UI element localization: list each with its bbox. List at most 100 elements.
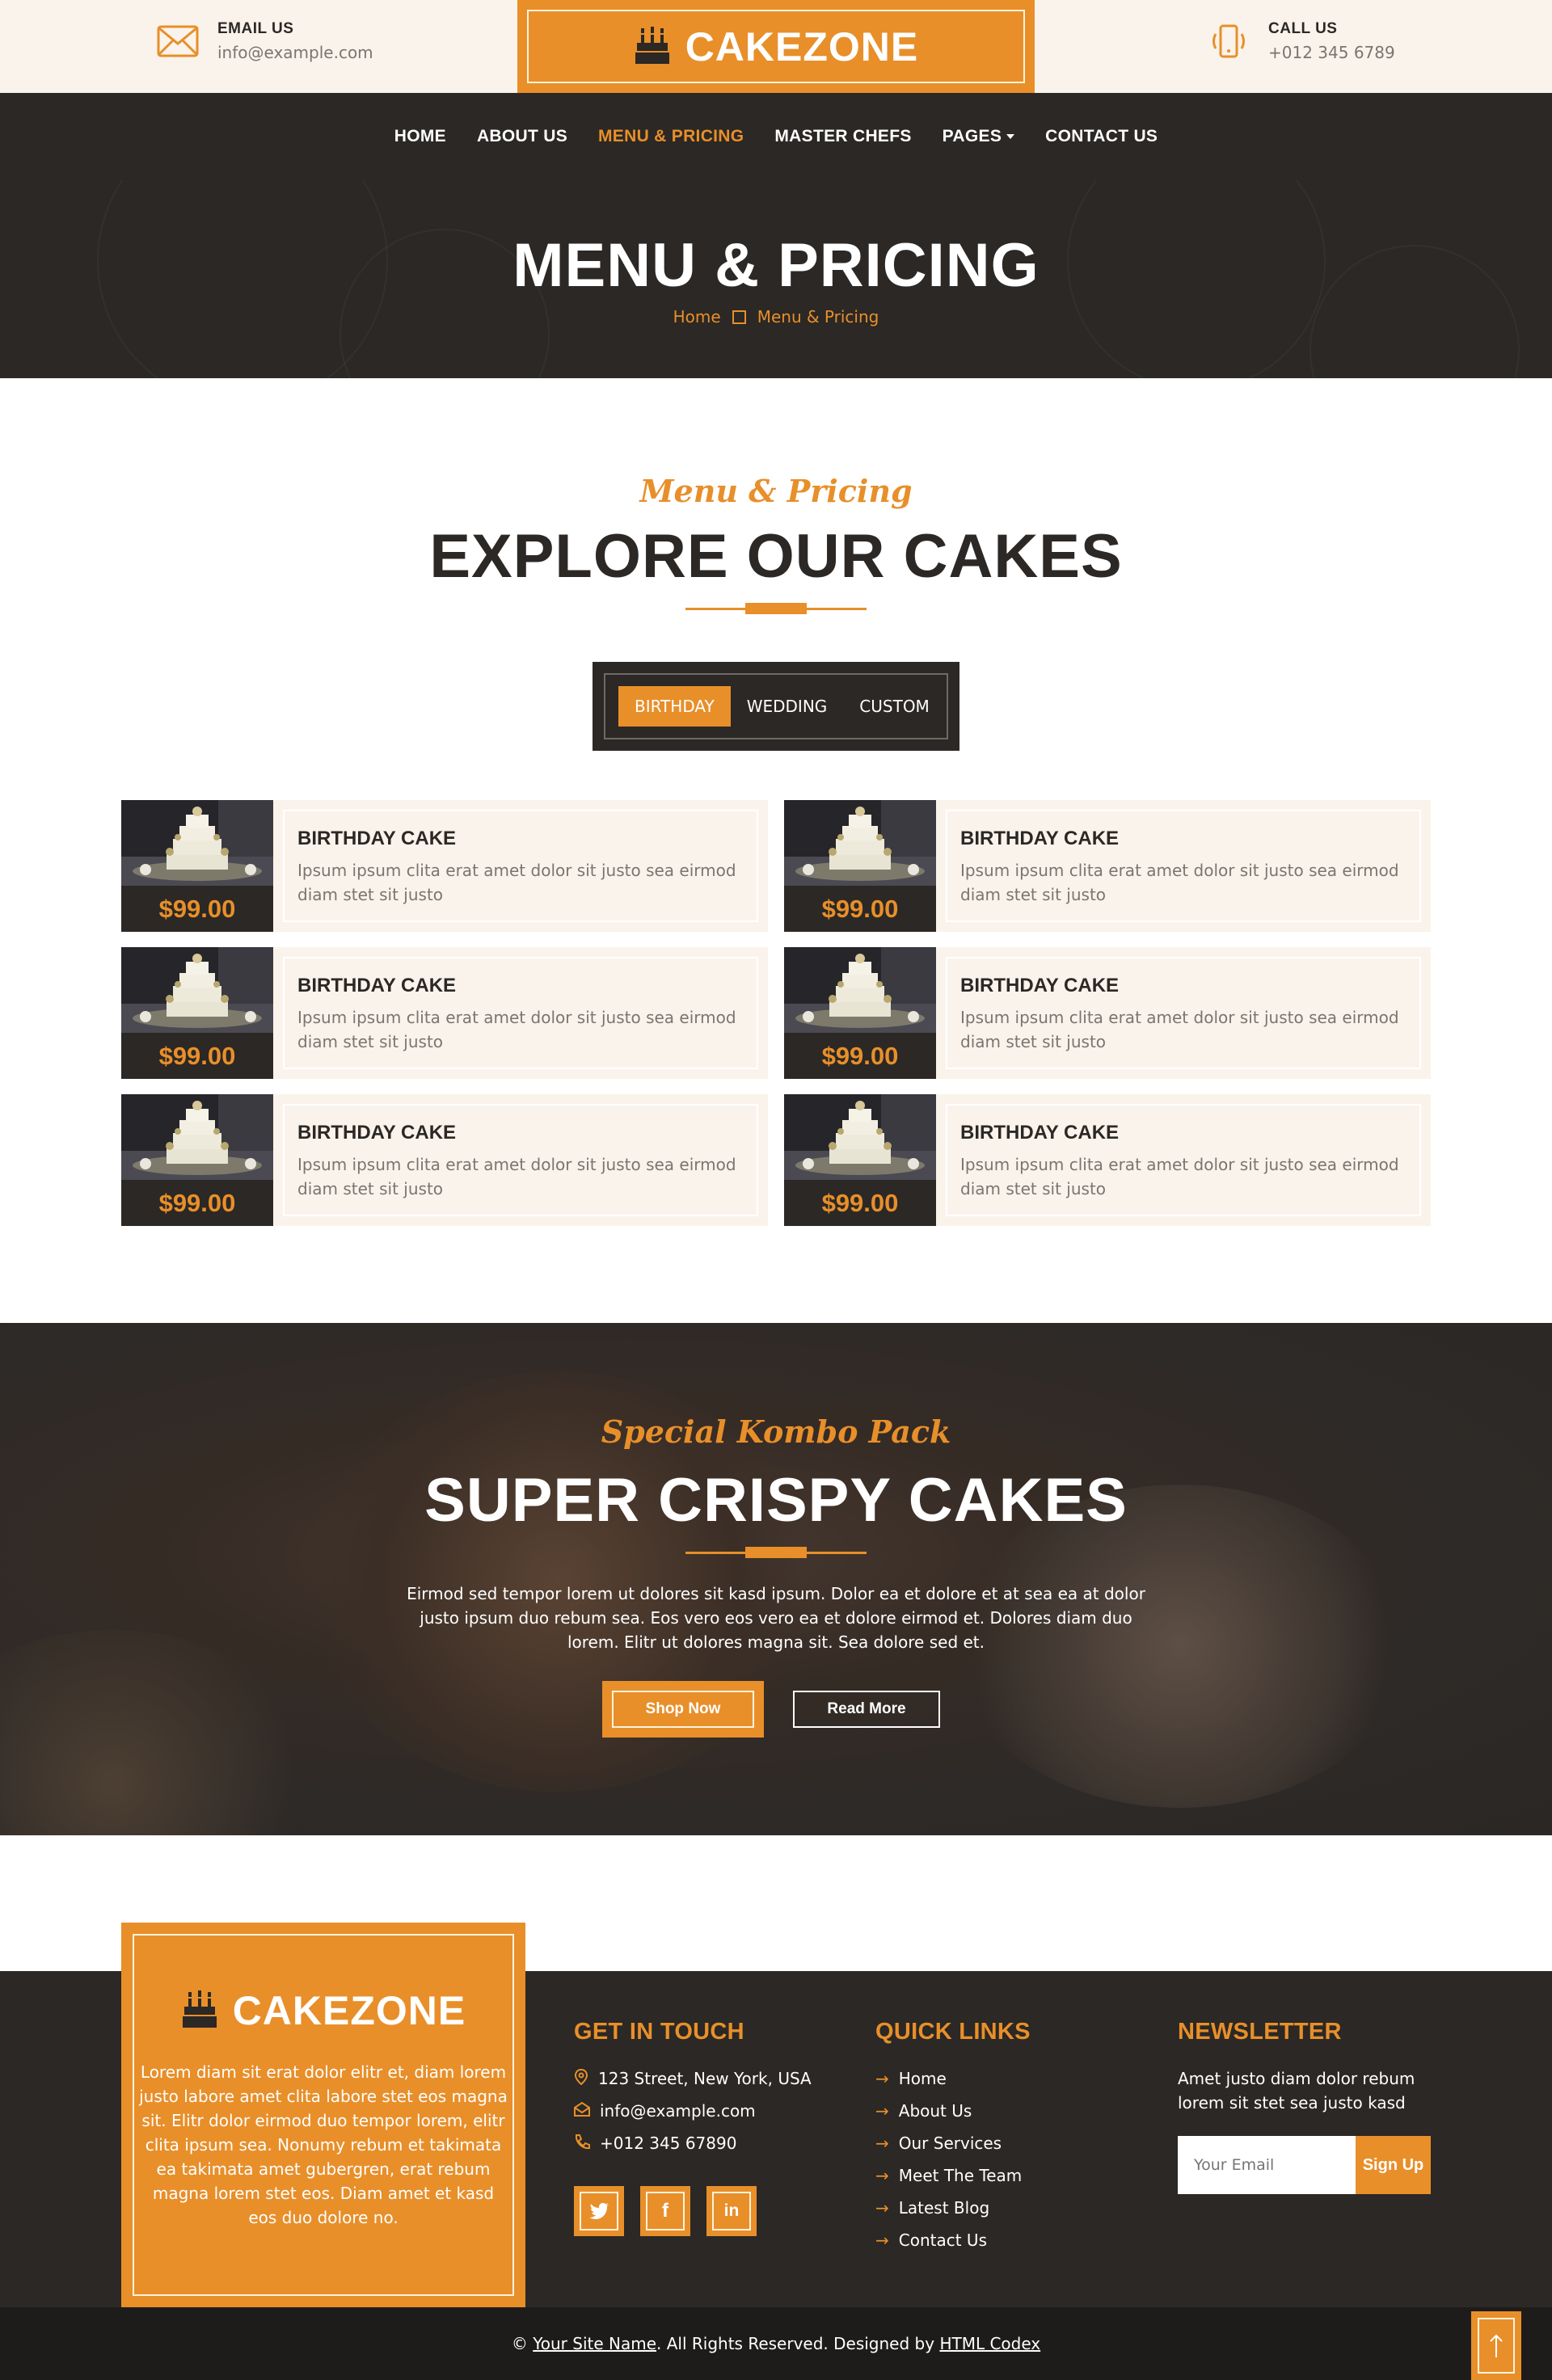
caret-down-icon [1006,134,1015,140]
menu-item-desc: Ipsum ipsum clita erat amet dolor sit ju… [960,1008,1399,1051]
menu-item-desc: Ipsum ipsum clita erat amet dolor sit ju… [297,1155,736,1198]
menu-item-price: $99.00 [158,894,236,923]
footer-phone[interactable]: +012 345 67890 [574,2134,812,2154]
nav-pages-label: PAGES [942,127,1002,145]
menu-item-desc: Ipsum ipsum clita erat amet dolor sit ju… [297,1008,736,1051]
nav-master-chefs[interactable]: MASTER CHEFS [774,127,911,146]
footer-newsletter-title: NEWSLETTER [1178,2019,1342,2045]
linkedin-icon: in [712,2192,751,2230]
footer-contact: GET IN TOUCH 123 Street, New York, USA i… [574,2019,812,2236]
cake-photo [784,947,936,1033]
quick-link-label: Contact Us [898,2230,987,2250]
page-header: MENU & PRICING Home Menu & Pricing [0,180,1552,378]
kombo-divider [685,1547,867,1558]
newsletter-email-input[interactable] [1178,2136,1356,2194]
quick-link[interactable]: → Meet The Team [875,2166,1031,2185]
email-value[interactable]: info@example.com [217,43,373,62]
nav-about[interactable]: ABOUT US [477,127,567,146]
facebook-link[interactable]: f [640,2186,690,2236]
menu-item-name: BIRTHDAY CAKE [960,828,1120,849]
cake-photo [784,1094,936,1180]
arrow-right-icon: → [875,2069,889,2088]
facebook-icon: f [646,2192,685,2230]
menu-item[interactable]: $99.00 BIRTHDAY CAKE Ipsum ipsum clita era… [784,1094,1431,1226]
footer-email-text: info@example.com [600,2101,756,2121]
tab-wedding[interactable]: WEDDING [731,686,844,727]
quick-link[interactable]: → About Us [875,2101,1031,2121]
footer-logo[interactable]: CAKEZONE [121,1987,525,2034]
phone-vibrate-icon [1207,19,1250,63]
menu-item-name: BIRTHDAY CAKE [297,1122,457,1144]
cake-photo [121,947,273,1033]
copyright-symbol: © [511,2334,528,2353]
call-value[interactable]: +012 345 6789 [1268,43,1395,62]
quick-link[interactable]: → Our Services [875,2134,1031,2153]
tab-birthday[interactable]: BIRTHDAY [618,686,731,727]
menu-title: EXPLORE OUR CAKES [429,522,1123,591]
nav-home[interactable]: HOME [394,127,446,146]
envelope-open-icon [574,2101,590,2121]
shop-now-label: Shop Now [612,1691,754,1728]
kombo-text: Eirmod sed tempor lorem ut dolores sit k… [407,1584,1145,1652]
quick-link-label: Our Services [898,2134,1002,2153]
footer-contact-title: GET IN TOUCH [574,2019,744,2045]
footer-address: 123 Street, New York, USA [574,2068,812,2088]
quick-link-label: Latest Blog [898,2198,990,2218]
cake-photo [121,1094,273,1180]
twitter-link[interactable] [574,2186,624,2236]
footer-about-card: CAKEZONE Lorem diam sit erat dolor elitr… [121,1923,525,2307]
breadcrumb-home[interactable]: Home [673,307,721,326]
cake-image: $99.00 [121,947,273,1079]
site-logo[interactable]: CAKEZONE [517,0,1035,93]
menu-item-price: $99.00 [821,894,899,923]
menu-item[interactable]: $99.00 BIRTHDAY CAKE Ipsum ipsum clita era… [784,800,1431,932]
linkedin-link[interactable]: in [706,2186,757,2236]
sign-up-button[interactable]: Sign Up [1356,2136,1431,2194]
menu-item[interactable]: $99.00 BIRTHDAY CAKE Ipsum ipsum clita era… [784,947,1431,1079]
nav-pages-dropdown[interactable]: PAGES [942,127,1015,146]
newsletter-form: Sign Up [1178,2136,1431,2194]
read-more-button[interactable]: Read More [793,1691,940,1728]
menu-item[interactable]: $99.00 BIRTHDAY CAKE Ipsum ipsum clita era… [121,1094,768,1226]
cake-image: $99.00 [784,800,936,932]
cake-photo [784,800,936,886]
tab-custom[interactable]: CUSTOM [843,686,946,727]
arrow-right-icon: → [875,2198,889,2218]
cake-image: $99.00 [784,947,936,1079]
menu-item-desc: Ipsum ipsum clita erat amet dolor sit ju… [960,861,1399,904]
arrow-right-icon: → [875,2166,889,2185]
site-name-link[interactable]: Your Site Name [533,2334,656,2353]
copyright-middle: . All Rights Reserved. Designed by [656,2334,935,2353]
cake-icon [181,1989,218,2032]
breadcrumb-current: Menu & Pricing [757,307,879,326]
social-links: f in [574,2186,812,2236]
shop-now-button[interactable]: Shop Now [602,1681,764,1738]
quick-link[interactable]: → Latest Blog [875,2198,1031,2218]
menu-item-price: $99.00 [158,1188,236,1217]
newsletter-text: Amet justo diam dolor rebum lorem sit st… [1178,2069,1415,2113]
copyright-bar: © Your Site Name. All Rights Reserved. D… [0,2307,1552,2380]
quick-link[interactable]: → Home [875,2069,1031,2088]
cake-image: $99.00 [784,1094,936,1226]
menu-item-name: BIRTHDAY CAKE [297,828,457,849]
quick-link[interactable]: → Contact Us [875,2230,1031,2250]
menu-item[interactable]: $99.00 BIRTHDAY CAKE Ipsum ipsum clita era… [121,800,768,932]
page-title: MENU & PRICING [512,231,1040,300]
breadcrumb: Home Menu & Pricing [0,307,1552,326]
footer-email[interactable]: info@example.com [574,2101,812,2121]
menu-item-name: BIRTHDAY CAKE [960,975,1120,996]
menu-item[interactable]: $99.00 BIRTHDAY CAKE Ipsum ipsum clita era… [121,947,768,1079]
back-to-top-button[interactable] [1471,2311,1521,2380]
footer-logo-text: CAKEZONE [232,1988,466,2033]
nav-menu-pricing[interactable]: MENU & PRICING [598,127,744,146]
arrow-right-icon: → [875,2230,889,2250]
arrow-right-icon: → [875,2134,889,2153]
menu-item-desc: Ipsum ipsum clita erat amet dolor sit ju… [297,861,736,904]
top-bar: EMAIL US info@example.com CAKEZONE CALL … [0,0,1552,93]
designer-link[interactable]: HTML Codex [939,2334,1040,2353]
phone-contact: CALL US +012 345 6789 [1207,19,1395,63]
phone-icon [574,2134,590,2154]
nav-contact[interactable]: CONTACT US [1045,127,1158,146]
envelope-icon [156,19,200,63]
cake-image: $99.00 [121,1094,273,1226]
